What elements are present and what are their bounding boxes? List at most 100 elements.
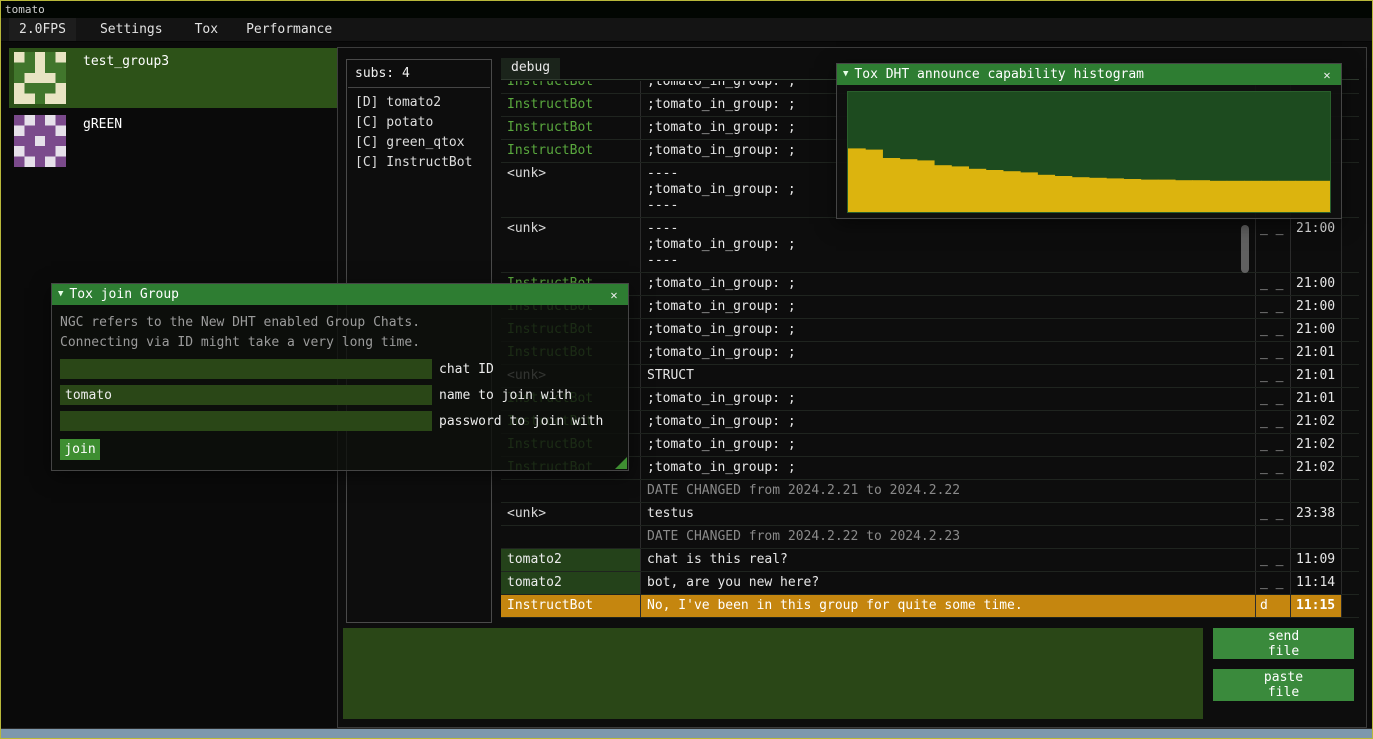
message-status-flags: _ _ — [1256, 457, 1291, 479]
date-changed-text: DATE CHANGED from 2024.2.22 to 2024.2.23 — [641, 526, 1256, 548]
date-changed-text: DATE CHANGED from 2024.2.21 to 2024.2.22 — [641, 480, 1256, 502]
row-filler — [1342, 218, 1359, 272]
join-password-row: password to join with — [60, 411, 620, 431]
group-name: gREEN — [83, 117, 122, 132]
divider — [348, 87, 490, 88]
collapse-arrow-icon[interactable]: ▼ — [58, 290, 63, 299]
join-group-window: ▼ Tox join Group ✕ NGC refers to the New… — [51, 283, 629, 471]
app-window: tomato 2.0FPS Settings Tox Performance t… — [0, 0, 1373, 739]
message-timestamp: 21:01 — [1291, 388, 1342, 410]
message-status-flags: _ _ — [1256, 319, 1291, 341]
message-status-flags: _ _ — [1256, 434, 1291, 456]
message-status-flags — [1256, 480, 1291, 502]
member-item[interactable]: [C] InstructBot — [347, 154, 491, 174]
row-filler — [1342, 342, 1359, 364]
message-text: ;tomato_in_group: ; — [641, 434, 1256, 456]
sidebar-group-test_group3[interactable]: test_group3 — [9, 48, 340, 108]
message-author: tomato2 — [501, 549, 641, 571]
join-group-title: Tox join Group — [69, 287, 600, 302]
collapse-arrow-icon[interactable]: ▼ — [843, 70, 848, 79]
menu-fps-indicator[interactable]: 2.0FPS — [9, 18, 76, 41]
row-filler — [1342, 595, 1359, 617]
chat-scrollbar[interactable] — [1241, 225, 1249, 273]
message-author: InstructBot — [501, 81, 641, 93]
menu-performance[interactable]: Performance — [236, 18, 342, 41]
member-item[interactable]: [D] tomato2 — [347, 94, 491, 114]
join-password-input[interactable] — [60, 411, 432, 431]
message-author: InstructBot — [501, 117, 641, 139]
group-avatar — [14, 115, 66, 167]
message-text: STRUCT — [641, 365, 1256, 387]
row-filler — [1342, 480, 1359, 502]
message-status-flags: d — [1256, 595, 1291, 617]
chat-id-label: chat ID — [439, 362, 494, 377]
message-author: InstructBot — [501, 94, 641, 116]
message-status-flags: _ _ — [1256, 411, 1291, 433]
chat-message-row: InstructBot;tomato_in_group: ;_ _21:01 — [501, 388, 1359, 411]
members-count: subs: 4 — [347, 66, 491, 87]
message-author: <unk> — [501, 218, 641, 272]
chat-id-input[interactable] — [60, 359, 432, 379]
chat-message-row: <unk>testus_ _23:38 — [501, 503, 1359, 526]
row-filler — [1342, 526, 1359, 548]
row-filler — [1342, 388, 1359, 410]
paste-file-button[interactable]: paste file — [1213, 669, 1354, 701]
dht-histogram-window: ▼ Tox DHT announce capability histogram … — [836, 63, 1342, 219]
members-list: [D] tomato2[C] potato[C] green_qtox[C] I… — [347, 94, 491, 174]
dht-histogram-titlebar[interactable]: ▼ Tox DHT announce capability histogram … — [837, 64, 1341, 85]
message-timestamp: 11:15 — [1291, 595, 1342, 617]
resize-grip[interactable] — [615, 457, 627, 469]
chat-message-row: InstructBot;tomato_in_group: ;_ _21:00 — [501, 273, 1359, 296]
message-author: <unk> — [501, 503, 641, 525]
row-filler — [1342, 140, 1359, 162]
row-filler — [1342, 572, 1359, 594]
message-status-flags: _ _ — [1256, 503, 1291, 525]
join-group-titlebar[interactable]: ▼ Tox join Group ✕ — [52, 284, 628, 305]
menu-settings[interactable]: Settings — [90, 18, 173, 41]
window-titlebar[interactable]: tomato — [1, 1, 1372, 18]
member-item[interactable]: [C] potato — [347, 114, 491, 134]
message-text: chat is this real? — [641, 549, 1256, 571]
row-filler — [1342, 163, 1359, 217]
message-input[interactable] — [343, 628, 1203, 719]
chat-message-row: <unk>---- ;tomato_in_group: ; ----_ _21:… — [501, 218, 1359, 273]
join-group-description-line2: Connecting via ID might take a very long… — [60, 333, 620, 353]
send-file-button[interactable]: send file — [1213, 628, 1354, 659]
tab-debug[interactable]: debug — [501, 58, 560, 79]
sidebar-group-gREEN[interactable]: gREEN — [9, 111, 340, 171]
close-icon[interactable]: ✕ — [1319, 68, 1335, 82]
join-name-input[interactable] — [60, 385, 432, 405]
menu-tox[interactable]: Tox — [185, 18, 228, 41]
member-item[interactable]: [C] green_qtox — [347, 134, 491, 154]
message-timestamp: 21:01 — [1291, 365, 1342, 387]
message-status-flags: _ _ — [1256, 549, 1291, 571]
chat-message-row: InstructBot;tomato_in_group: ;_ _21:00 — [501, 296, 1359, 319]
message-text: ---- ;tomato_in_group: ; ---- — [641, 218, 1256, 272]
message-status-flags: _ _ — [1256, 218, 1291, 272]
group-name: test_group3 — [83, 54, 169, 69]
message-author — [501, 526, 641, 548]
message-timestamp — [1291, 526, 1342, 548]
message-author: InstructBot — [501, 595, 641, 617]
message-text: ;tomato_in_group: ; — [641, 319, 1256, 341]
row-filler — [1342, 411, 1359, 433]
message-text: bot, are you new here? — [641, 572, 1256, 594]
row-filler — [1342, 319, 1359, 341]
row-filler — [1342, 457, 1359, 479]
message-status-flags: _ _ — [1256, 572, 1291, 594]
join-group-description-line1: NGC refers to the New DHT enabled Group … — [60, 313, 620, 333]
message-timestamp: 11:09 — [1291, 549, 1342, 571]
dht-histogram-title: Tox DHT announce capability histogram — [854, 67, 1313, 82]
message-timestamp: 21:02 — [1291, 411, 1342, 433]
chat-message-row: tomato2bot, are you new here?_ _11:14 — [501, 572, 1359, 595]
menu-bar: 2.0FPS Settings Tox Performance — [1, 18, 1372, 42]
row-filler — [1342, 503, 1359, 525]
chat-message-row: InstructBot;tomato_in_group: ;_ _21:02 — [501, 457, 1359, 480]
row-filler — [1342, 365, 1359, 387]
message-status-flags — [1256, 526, 1291, 548]
close-icon[interactable]: ✕ — [606, 288, 622, 302]
join-button[interactable]: join — [60, 439, 100, 460]
message-status-flags: _ _ — [1256, 342, 1291, 364]
message-timestamp: 21:00 — [1291, 273, 1342, 295]
join-name-label: name to join with — [439, 388, 572, 403]
